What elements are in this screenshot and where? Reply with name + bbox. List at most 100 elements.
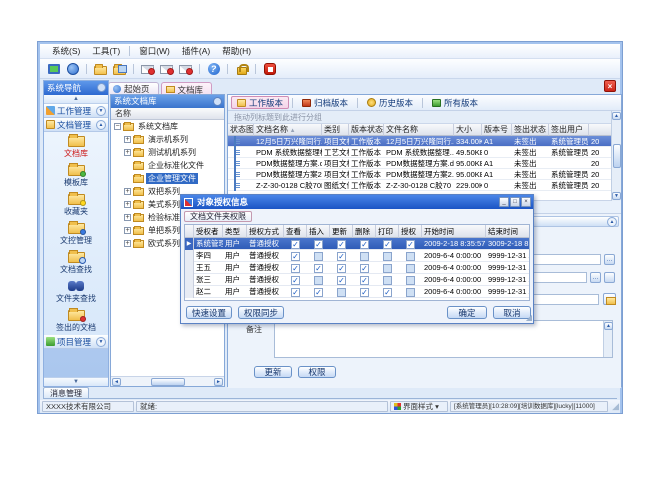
checkbox-checked[interactable]: ✓ (291, 276, 300, 285)
message-manager-tab[interactable]: 消息管理 (43, 387, 89, 398)
folder-browse-icon[interactable] (603, 293, 616, 305)
checkbox-checked[interactable]: ✓ (406, 240, 415, 249)
quick-setup-button[interactable]: 快速设置 (186, 306, 232, 319)
collapse-icon[interactable]: ▲ (607, 217, 617, 227)
expand-icon[interactable]: + (124, 149, 131, 156)
所有版本-button[interactable]: 所有版本 (426, 96, 484, 109)
tree-horizontal-scrollbar[interactable]: ◄ ► (111, 376, 224, 386)
scroll-down-icon[interactable]: ▼ (612, 192, 621, 200)
column-header-文件名称[interactable]: 文件名称 (384, 124, 454, 136)
permission-sync-button[interactable]: 权限同步 (238, 306, 284, 319)
归档版本-button[interactable]: 归档版本 (296, 96, 354, 109)
tree-pin-icon[interactable] (213, 97, 222, 106)
checkbox-checked[interactable]: ✓ (314, 240, 323, 249)
browse-button-2[interactable]: … (590, 272, 601, 283)
perm-column-授权[interactable]: 授权 (399, 225, 422, 238)
expand-icon[interactable]: ▼ (96, 106, 106, 116)
menu-item-2[interactable]: 工具(T) (86, 45, 126, 57)
maximize-icon[interactable]: □ (510, 197, 520, 207)
folder-view-button[interactable] (111, 61, 128, 77)
checkbox-checked[interactable]: ✓ (291, 240, 300, 249)
tree-item-企业标准化文件[interactable]: 企业标准化文件 (111, 159, 224, 172)
checkbox-unchecked[interactable] (406, 276, 415, 285)
expand-icon[interactable]: + (124, 136, 131, 143)
工作版本-button[interactable]: 工作版本 (231, 96, 289, 109)
system-monitor-button[interactable] (45, 61, 62, 77)
window-resize-grip[interactable]: ◢ (612, 401, 619, 412)
menu-item-3[interactable]: 窗口(W) (133, 45, 176, 57)
checkbox-unchecked[interactable] (406, 252, 415, 261)
minimize-icon[interactable]: _ (499, 197, 509, 207)
sidebar-item-文控管理[interactable]: 文控管理 (44, 219, 108, 248)
column-header-版本状态[interactable]: 版本状态 (349, 124, 384, 136)
table-vertical-scrollbar[interactable]: ▲ ▼ (611, 111, 621, 201)
checkbox-unchecked[interactable] (383, 276, 392, 285)
checkbox-checked[interactable]: ✓ (337, 276, 346, 285)
perm-column-打印[interactable]: 打印 (376, 225, 399, 238)
checkbox-checked[interactable]: ✓ (360, 240, 369, 249)
expand-icon[interactable]: + (124, 240, 131, 247)
checkbox-checked[interactable]: ✓ (360, 288, 369, 297)
nav-group-项目管理[interactable]: 项目管理▼ (44, 335, 108, 349)
lock-button[interactable] (233, 61, 250, 77)
collapse-icon[interactable]: ▲ (96, 120, 106, 130)
checkbox-unchecked[interactable] (314, 276, 323, 285)
checkbox-unchecked[interactable] (383, 252, 392, 261)
perm-column-受权者[interactable]: 受权者 (194, 225, 223, 238)
table-row[interactable]: Z-Z-30-0128 C胶70M图纸文件工作版本Z-Z-30-0128 C胶7… (228, 180, 613, 191)
perm-column-删除[interactable]: 删除 (353, 225, 376, 238)
checkbox-checked[interactable]: ✓ (360, 276, 369, 285)
expand-icon[interactable]: + (124, 214, 131, 221)
tree-item-系统文档库[interactable]: −系统文档库 (111, 120, 224, 133)
tree-column-header[interactable]: 名称 (111, 108, 224, 120)
column-header-状态图[interactable]: 状态图 (228, 124, 254, 136)
sidebar-item-签出的文档[interactable]: 签出的文档 (44, 306, 108, 335)
checkbox-unchecked[interactable] (383, 264, 392, 273)
table-row[interactable]: PDM 系统数据整理检...工艺文档工作版本PDM 系统数据整理...49.50… (228, 147, 613, 158)
nav-pin-icon[interactable] (97, 83, 106, 92)
folder-open-button[interactable] (92, 61, 109, 77)
perm-column-indicator[interactable] (185, 225, 194, 238)
checkbox-checked[interactable]: ✓ (383, 240, 392, 249)
scroll-left-icon[interactable]: ◄ (112, 378, 121, 386)
expand-icon[interactable]: + (124, 188, 131, 195)
expand-icon[interactable]: + (124, 201, 131, 208)
checkbox-unchecked[interactable] (406, 264, 415, 273)
mail-new-button[interactable] (139, 61, 156, 77)
checkbox-unchecked[interactable] (360, 252, 369, 261)
scroll-up-icon[interactable]: ▲ (604, 322, 613, 330)
table-row[interactable]: 12月5日万兴隆同行...项目文档工作版本12月5日万兴隆同行...334.00… (228, 136, 613, 147)
mail-delete-button[interactable] (177, 61, 194, 77)
checkbox-checked[interactable]: ✓ (337, 252, 346, 261)
permission-button[interactable]: 权限 (298, 366, 336, 378)
nav-scroll-down[interactable]: ▼ (44, 377, 108, 386)
menu-item-1[interactable]: 系统(S) (46, 45, 86, 57)
checkbox-unchecked[interactable] (337, 288, 346, 297)
scrollbar-thumb[interactable] (613, 144, 621, 168)
checkbox-checked[interactable]: ✓ (314, 264, 323, 273)
browse-button-1[interactable]: … (604, 254, 615, 265)
permission-tab[interactable]: 文档文件夹权限 (184, 211, 252, 222)
permission-row[interactable]: 赵二用户普通授权✓✓✓✓2009-6-4 0:00:009999-12-31 2… (185, 286, 529, 298)
perm-column-更新[interactable]: 更新 (330, 225, 353, 238)
perm-column-开始时间[interactable]: 开始时间 (422, 225, 486, 238)
scroll-right-icon[interactable]: ► (214, 378, 223, 386)
checkbox-checked[interactable]: ✓ (337, 264, 346, 273)
column-header-签出状态[interactable]: 签出状态 (512, 124, 549, 136)
clear-button-icon[interactable] (604, 272, 615, 283)
perm-column-插入[interactable]: 插入 (307, 225, 330, 238)
table-row[interactable]: PDM数据整理方案2.doc项目文档工作版本PDM数据整理方案2.doc95.0… (228, 169, 613, 180)
checkbox-checked[interactable]: ✓ (291, 252, 300, 261)
dialog-resize-grip[interactable]: ◢ (526, 314, 532, 322)
ui-style-dropdown[interactable]: 界面样式 ▾ (390, 401, 448, 412)
perm-column-授权方式[interactable]: 授权方式 (247, 225, 284, 238)
column-header-date[interactable] (589, 124, 613, 136)
sidebar-item-文档库[interactable]: 文档库 (44, 132, 108, 161)
menu-item-4[interactable]: 插件(A) (176, 45, 216, 57)
nav-group-工作管理[interactable]: 工作管理▼ (44, 104, 108, 118)
checkbox-checked[interactable]: ✓ (314, 288, 323, 297)
历史版本-button[interactable]: 历史版本 (361, 96, 419, 109)
expand-icon[interactable]: + (124, 227, 131, 234)
nav-group-文档管理[interactable]: 文档管理▲ (44, 118, 108, 132)
checkbox-unchecked[interactable] (314, 252, 323, 261)
